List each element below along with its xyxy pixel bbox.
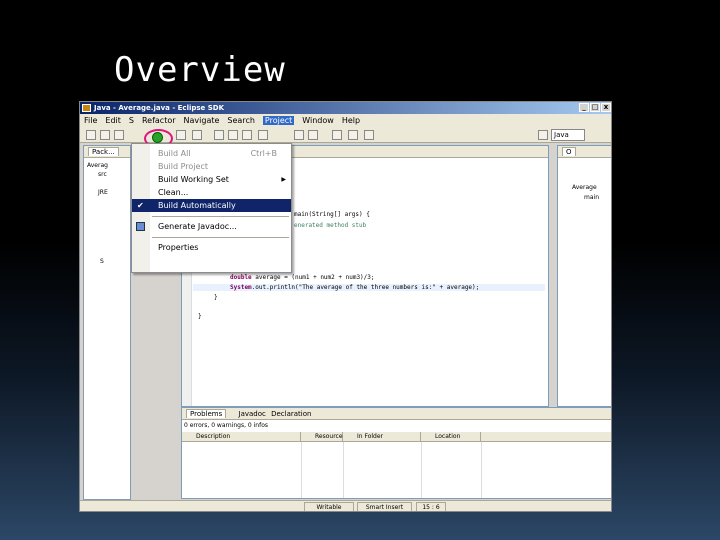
tab-outline[interactable]: O	[562, 147, 576, 156]
tree-item-project[interactable]: Averag	[87, 162, 108, 169]
perspective-java[interactable]: Java	[551, 129, 585, 141]
search-icon[interactable]	[258, 130, 268, 140]
code-line: double average = (num1 + num2 + num3)/3;	[230, 274, 375, 281]
menu-navigate[interactable]: Navigate	[184, 116, 220, 125]
new-icon[interactable]	[86, 130, 96, 140]
new-package-icon[interactable]	[214, 130, 224, 140]
menu-refactor[interactable]: Refactor	[142, 116, 176, 125]
tab-declaration[interactable]: Declaration	[271, 410, 311, 418]
debug-icon[interactable]	[176, 130, 186, 140]
pin-icon[interactable]	[332, 130, 342, 140]
column-in-folder[interactable]: In Folder	[343, 432, 421, 441]
window-titlebar: Java - Average.java - Eclipse SDK _ □ x	[80, 102, 611, 114]
eclipse-app-icon	[82, 104, 91, 112]
menu-item-properties[interactable]: Properties	[132, 241, 291, 254]
tree-item-s[interactable]: S	[100, 258, 104, 265]
window-title: Java - Average.java - Eclipse SDK	[94, 104, 225, 112]
menu-item-build-automatically[interactable]: ✔ Build Automatically	[132, 199, 291, 212]
status-writable: Writable	[304, 502, 354, 511]
tree-item-jre[interactable]: JRE	[98, 189, 108, 196]
menubar: File Edit S Refactor Navigate Search Pro…	[80, 114, 611, 127]
status-bar: Writable Smart Insert 15 : 6	[80, 500, 611, 511]
code-line: }	[198, 313, 202, 320]
tab-problems[interactable]: Problems	[186, 409, 227, 418]
menu-source[interactable]: S	[129, 116, 134, 125]
outline-view: O Average main	[557, 145, 611, 407]
external-tools-icon[interactable]	[192, 130, 202, 140]
new-class-icon[interactable]	[228, 130, 238, 140]
project-menu-dropdown: Build All Ctrl+B Build Project Build Work…	[131, 143, 292, 273]
next-annotation-icon[interactable]	[294, 130, 304, 140]
column-divider	[343, 442, 344, 498]
menu-project[interactable]: Project	[262, 116, 295, 125]
menu-help[interactable]: Help	[342, 116, 360, 125]
slide-title: Overview	[114, 50, 286, 90]
open-type-icon[interactable]	[242, 130, 252, 140]
code-line: System.out.println("The average of the t…	[193, 284, 545, 291]
problems-view: Problems Javadoc Declaration 0 errors, 0…	[181, 407, 611, 499]
checkmark-icon: ✔	[137, 201, 144, 210]
problems-summary: 0 errors, 0 warnings, 0 infos	[184, 422, 268, 429]
menu-window[interactable]: Window	[302, 116, 334, 125]
tree-item-src[interactable]: src	[98, 171, 107, 178]
close-button[interactable]: x	[601, 103, 611, 112]
column-divider	[421, 442, 422, 498]
back-icon[interactable]	[348, 130, 358, 140]
maximize-button[interactable]: □	[590, 103, 600, 112]
forward-icon[interactable]	[364, 130, 374, 140]
menu-search[interactable]: Search	[227, 116, 254, 125]
javadoc-icon	[136, 222, 145, 231]
menu-edit[interactable]: Edit	[105, 116, 121, 125]
menu-item-clean[interactable]: Clean...	[132, 186, 291, 199]
code-line: main(String[] args) {	[294, 211, 370, 218]
tab-javadoc[interactable]: Javadoc	[239, 410, 266, 418]
menu-file[interactable]: File	[84, 116, 97, 125]
problems-table: Description Resource In Folder Location	[182, 432, 611, 498]
code-line: }	[214, 294, 218, 301]
previous-annotation-icon[interactable]	[308, 130, 318, 140]
column-description[interactable]: Description	[182, 432, 301, 441]
code-line: enerated method stub	[294, 222, 367, 229]
menu-item-build-working-set[interactable]: Build Working Set ▶	[132, 173, 291, 186]
save-icon[interactable]	[100, 130, 110, 140]
open-perspective-icon[interactable]	[538, 130, 548, 140]
package-explorer: Pack... Averag src JRE S	[83, 145, 131, 500]
column-location[interactable]: Location	[421, 432, 481, 441]
menu-item-build-project[interactable]: Build Project	[132, 160, 291, 173]
eclipse-screenshot: Java - Average.java - Eclipse SDK _ □ x …	[79, 101, 612, 512]
submenu-arrow-icon: ▶	[281, 176, 286, 183]
menu-item-generate-javadoc[interactable]: Generate Javadoc...	[132, 220, 291, 233]
status-insert-mode: Smart Insert	[357, 502, 412, 511]
print-icon[interactable]	[114, 130, 124, 140]
status-cursor-position: 15 : 6	[416, 502, 446, 511]
column-divider	[481, 442, 482, 498]
menu-item-build-all[interactable]: Build All Ctrl+B	[132, 147, 291, 160]
outline-item-class[interactable]: Average	[572, 184, 597, 191]
column-divider	[301, 442, 302, 498]
minimize-button[interactable]: _	[579, 103, 589, 112]
tab-package-explorer[interactable]: Pack...	[88, 147, 119, 156]
column-resource[interactable]: Resource	[301, 432, 343, 441]
outline-item-method[interactable]: main	[584, 194, 599, 201]
